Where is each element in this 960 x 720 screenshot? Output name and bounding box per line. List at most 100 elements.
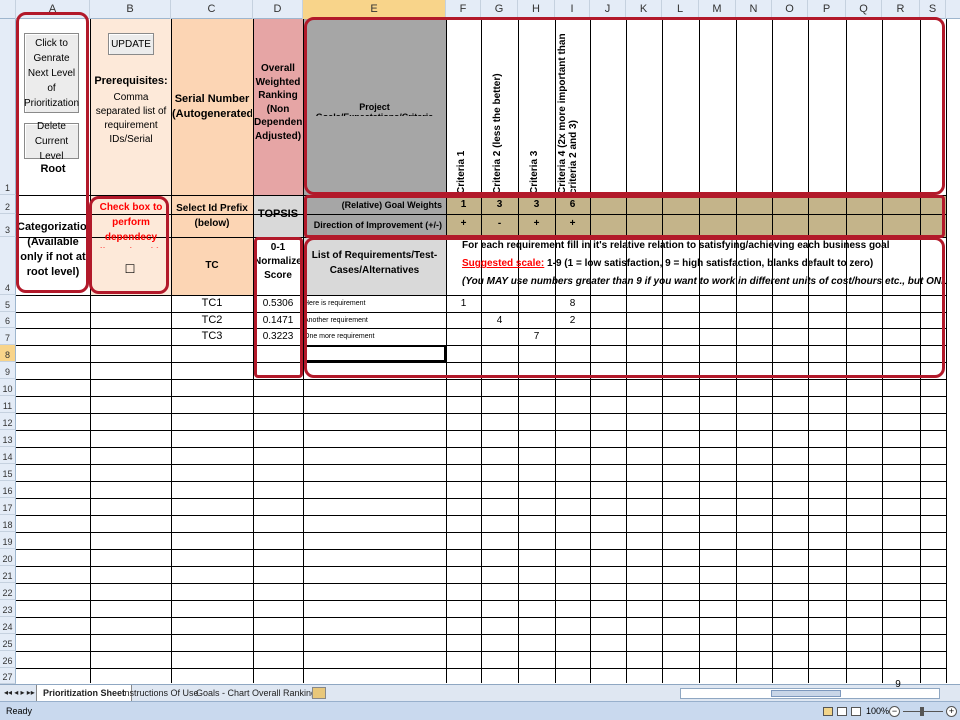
matrix-cell[interactable]: 8 — [555, 296, 590, 311]
prefix-select[interactable]: TC — [172, 260, 252, 274]
row-header-27[interactable]: 27 — [0, 668, 16, 684]
goal-weight-cell[interactable]: 3 — [518, 197, 555, 212]
insert-sheet-icon[interactable] — [312, 687, 326, 699]
requirement-cell[interactable]: Here is requirement — [304, 296, 444, 311]
criteria-header-cell[interactable]: Criteria 4 (2x more important than crite… — [555, 20, 590, 194]
matrix-cell[interactable] — [481, 329, 518, 344]
row-header-7[interactable]: 7 — [0, 328, 16, 345]
criteria-header-cell[interactable]: Criteria 3 — [518, 20, 555, 194]
active-cell[interactable] — [303, 345, 446, 362]
requirement-cell[interactable]: One more requirement — [304, 329, 444, 344]
row-header-26[interactable]: 26 — [0, 651, 16, 668]
matrix-cell[interactable]: 2 — [555, 313, 590, 328]
update-button[interactable]: UPDATE — [108, 33, 154, 55]
column-header-C[interactable]: C — [171, 0, 253, 19]
column-header-Q[interactable]: Q — [846, 0, 882, 19]
matrix-cell[interactable] — [518, 313, 555, 328]
matrix-cell[interactable] — [446, 313, 481, 328]
select-all-corner[interactable] — [0, 0, 16, 19]
delete-level-button[interactable]: Delete Current Level — [24, 121, 79, 162]
criteria-name: Criteria 3 — [528, 150, 540, 194]
column-header-J[interactable]: J — [590, 0, 626, 19]
matrix-cell[interactable] — [518, 296, 555, 311]
page-break-icon[interactable] — [851, 707, 861, 716]
row-header-9[interactable]: 9 — [0, 362, 16, 379]
row-header-14[interactable]: 14 — [0, 447, 16, 464]
row-header-5[interactable]: 5 — [0, 295, 16, 312]
zoom-out-icon[interactable]: − — [889, 706, 900, 717]
column-header-O[interactable]: O — [772, 0, 808, 19]
column-header-K[interactable]: K — [626, 0, 662, 19]
column-header-D[interactable]: D — [253, 0, 303, 19]
score-cell[interactable]: 0.1471 — [254, 313, 302, 328]
row-header-12[interactable]: 12 — [0, 413, 16, 430]
column-header-R[interactable]: R — [882, 0, 920, 19]
direction-cell[interactable]: + — [555, 216, 590, 231]
row-header-17[interactable]: 17 — [0, 498, 16, 515]
generate-next-level-button[interactable]: Click to Genrate Next Level of Prioritiz… — [24, 33, 79, 113]
criteria-header-cell[interactable]: Criteria 2 (less the better) — [481, 20, 518, 194]
serial-id-cell[interactable]: TC2 — [172, 313, 252, 328]
column-header-S[interactable]: S — [920, 0, 946, 19]
row-header-25[interactable]: 25 — [0, 634, 16, 651]
column-header-G[interactable]: G — [481, 0, 518, 19]
column-header-E[interactable]: E — [303, 0, 446, 19]
direction-cell[interactable]: + — [446, 216, 481, 231]
row-header-11[interactable]: 11 — [0, 396, 16, 413]
tab-overall-ranking[interactable]: Overall Ranking — [246, 685, 322, 701]
normal-view-icon[interactable] — [823, 707, 833, 716]
requirement-cell[interactable]: Another requirement — [304, 313, 444, 328]
serial-id-cell[interactable]: TC3 — [172, 329, 252, 344]
column-header-I[interactable]: I — [555, 0, 590, 19]
zoom-slider-thumb[interactable] — [920, 707, 924, 716]
score-cell[interactable]: 0.5306 — [254, 296, 302, 311]
scrollbar-thumb[interactable] — [771, 690, 841, 697]
matrix-cell[interactable] — [446, 329, 481, 344]
matrix-cell[interactable]: 4 — [481, 313, 518, 328]
row-header-21[interactable]: 21 — [0, 566, 16, 583]
column-header-L[interactable]: L — [662, 0, 699, 19]
grid-col-line — [736, 19, 737, 683]
column-header-A[interactable]: A — [16, 0, 90, 19]
direction-cell[interactable]: + — [518, 216, 555, 231]
matrix-cell[interactable]: 1 — [446, 296, 481, 311]
column-header-F[interactable]: F — [446, 0, 481, 19]
goal-weight-cell[interactable]: 1 — [446, 197, 481, 212]
column-header-H[interactable]: H — [518, 0, 555, 19]
row-header-22[interactable]: 22 — [0, 583, 16, 600]
row-header-20[interactable]: 20 — [0, 549, 16, 566]
row-header-13[interactable]: 13 — [0, 430, 16, 447]
row-header-19[interactable]: 19 — [0, 532, 16, 549]
row-header-24[interactable]: 24 — [0, 617, 16, 634]
row-header-10[interactable]: 10 — [0, 379, 16, 396]
row-header-15[interactable]: 15 — [0, 464, 16, 481]
column-header-M[interactable]: M — [699, 0, 736, 19]
dependency-checkbox[interactable]: ☐ — [120, 262, 140, 278]
matrix-cell[interactable] — [481, 296, 518, 311]
direction-cell[interactable]: - — [481, 216, 518, 231]
row-header-2[interactable]: 2 — [0, 195, 16, 214]
page-layout-icon[interactable] — [837, 707, 847, 716]
criteria-header-cell[interactable]: Criteria 1 — [446, 20, 481, 194]
score-cell[interactable]: 0.3223 — [254, 329, 302, 344]
serial-id-cell[interactable]: TC1 — [172, 296, 252, 311]
goal-weight-cell[interactable]: 6 — [555, 197, 590, 212]
direction-label: Direction of Improvement (+/-) — [313, 220, 442, 230]
column-header-B[interactable]: B — [90, 0, 171, 19]
column-header-N[interactable]: N — [736, 0, 772, 19]
matrix-cell[interactable] — [555, 329, 590, 344]
row-header-16[interactable]: 16 — [0, 481, 16, 498]
row-header-18[interactable]: 18 — [0, 515, 16, 532]
goal-weight-cell[interactable]: 3 — [481, 197, 518, 212]
tab-nav-arrows-icon[interactable]: ◂◂ ◂ ▸ ▸▸ — [2, 685, 37, 701]
row-header-23[interactable]: 23 — [0, 600, 16, 617]
column-header-P[interactable]: P — [808, 0, 846, 19]
row-header-1[interactable]: 1 — [0, 19, 16, 195]
matrix-cell[interactable]: 7 — [518, 329, 555, 344]
row-header-4[interactable]: 4 — [0, 237, 16, 295]
serial-number-header: Serial Number (Autogenerated) — [172, 93, 252, 120]
row-header-8[interactable]: 8 — [0, 345, 16, 362]
row-header-3[interactable]: 3 — [0, 214, 16, 237]
zoom-in-icon[interactable]: + — [946, 706, 957, 717]
row-header-6[interactable]: 6 — [0, 312, 16, 328]
